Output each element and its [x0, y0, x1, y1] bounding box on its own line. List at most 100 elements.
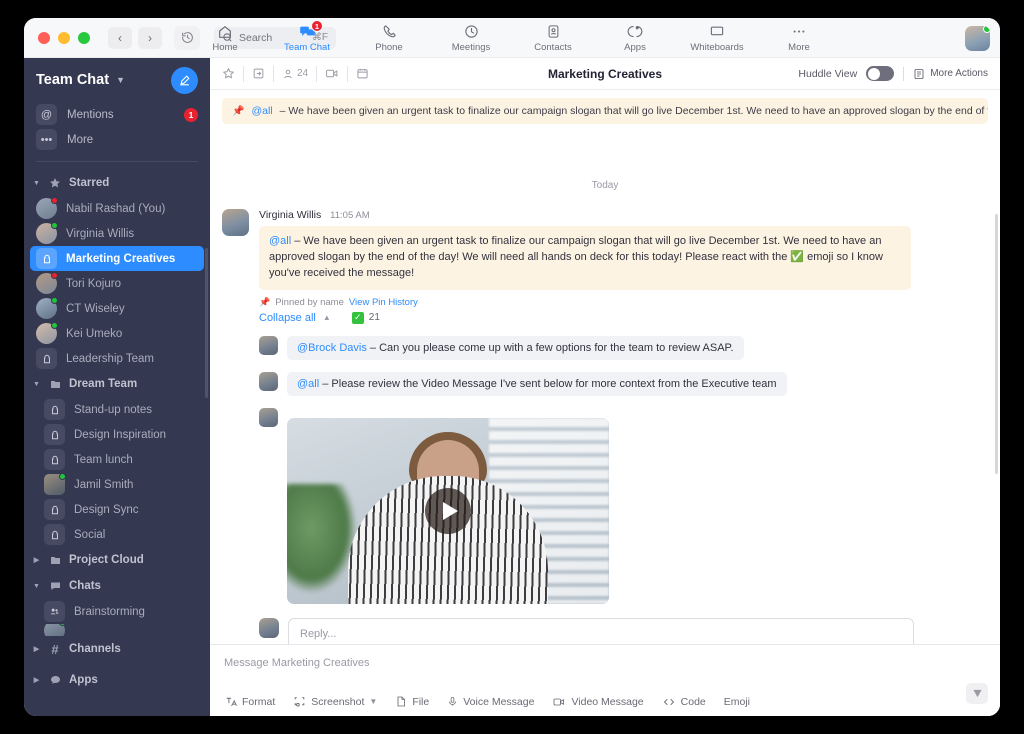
forward-button[interactable]: ›	[138, 26, 162, 49]
close-window-button[interactable]	[38, 31, 50, 44]
sidebar-item-nabil-rashad[interactable]: Nabil Rashad (You)	[30, 196, 204, 221]
chevron-down-icon[interactable]: ▼	[369, 697, 377, 706]
video-message-thumbnail[interactable]	[287, 417, 609, 604]
nav-item-more[interactable]: More	[770, 23, 828, 53]
sidebar-header: Team Chat ▼	[24, 58, 210, 102]
reaction-count: 21	[368, 312, 380, 324]
chevron-up-icon[interactable]: ▲	[323, 313, 331, 322]
check-emoji: ✓	[351, 311, 364, 324]
nav-item-whiteboards[interactable]: Whiteboards	[688, 23, 746, 53]
whiteboard-icon	[709, 23, 725, 40]
nav-item-home[interactable]: Home	[196, 23, 254, 53]
sidebar-scrollbar[interactable]	[205, 248, 208, 398]
sidebar-item-design-sync[interactable]: Design Sync	[30, 497, 204, 522]
sidebar-item-brainstorming[interactable]: Brainstorming	[30, 599, 204, 624]
sidebar-group-channels[interactable]: ▶ # Channels	[24, 636, 210, 662]
avatar	[36, 297, 58, 319]
reaction-badge[interactable]: ✓ 21	[351, 311, 380, 324]
composer-code-button[interactable]: Code	[662, 696, 706, 708]
reply-mention[interactable]: @all	[297, 378, 319, 390]
avatar[interactable]	[259, 371, 278, 391]
screenshot-icon	[293, 695, 306, 708]
nav-badge-team-chat: 1	[310, 20, 323, 32]
reply-input-container[interactable]: Reply...	[288, 617, 914, 644]
sidebar-item-stand-up-notes[interactable]: Stand-up notes	[30, 397, 204, 422]
avatar[interactable]	[965, 26, 990, 51]
sidebar-item-tori-kojuro[interactable]: Tori Kojuro	[30, 271, 204, 296]
collapse-all-link[interactable]: Collapse all	[259, 312, 316, 324]
sidebar-item-leadership-team[interactable]: Leadership Team	[30, 346, 204, 371]
reply-mention[interactable]: @Brock Davis	[297, 342, 367, 354]
back-button[interactable]: ‹	[108, 26, 132, 49]
sidebar-item-jamil-smith[interactable]: Jamil Smith	[30, 472, 204, 497]
sidebar-item-partial[interactable]	[30, 624, 204, 636]
message-mention[interactable]: @all	[269, 235, 291, 247]
star-icon[interactable]	[222, 65, 244, 82]
sidebar-group-label: Project Cloud	[69, 554, 144, 566]
sidebar-item-design-inspiration[interactable]: Design Inspiration	[30, 422, 204, 447]
presence-indicator	[51, 297, 58, 304]
chevron-down-icon[interactable]: ▼	[116, 75, 125, 85]
composer-tool-label: Screenshot	[311, 695, 365, 708]
composer-input[interactable]: Message Marketing Creatives	[224, 657, 986, 669]
sidebar-group-project-cloud[interactable]: ▶ Project Cloud	[24, 547, 210, 573]
ellipsis-icon	[791, 23, 807, 40]
sidebar-item-social[interactable]: Social	[30, 522, 204, 547]
folder-icon	[47, 554, 63, 566]
sidebar-label-more: More	[67, 133, 94, 146]
sidebar-item-ct-wiseley[interactable]: CT Wiseley	[30, 296, 204, 321]
avatar[interactable]	[222, 209, 249, 236]
sidebar-item-label: Marketing Creatives	[66, 252, 176, 265]
nav-item-phone[interactable]: Phone	[360, 23, 418, 53]
composer-file-button[interactable]: File	[395, 695, 429, 708]
sidebar-item-label: Virginia Willis	[66, 227, 135, 240]
sidebar-item-marketing-creatives[interactable]: Marketing Creatives	[30, 246, 204, 271]
sidebar-item-team-lunch[interactable]: Team lunch	[30, 447, 204, 472]
composer-voice-message-button[interactable]: Voice Message	[447, 695, 534, 708]
clock-icon	[464, 23, 479, 40]
sidebar-item-label: Tori Kojuro	[66, 277, 121, 290]
nav-item-contacts[interactable]: Contacts	[524, 23, 582, 53]
members-button[interactable]: 24	[274, 65, 318, 82]
nav-label-apps: Apps	[624, 42, 646, 53]
huddle-view-toggle[interactable]	[866, 66, 895, 81]
message-composer: Message Marketing Creatives Format Scree…	[210, 644, 1000, 716]
reply-placeholder[interactable]: Reply...	[300, 628, 902, 640]
nav-item-apps[interactable]: Apps	[606, 23, 664, 53]
sidebar-item-virginia-willis[interactable]: Virginia Willis	[30, 221, 204, 246]
sidebar-group-chats[interactable]: ▼ Chats	[24, 573, 210, 599]
sidebar-group-starred[interactable]: ▼ Starred	[24, 170, 210, 196]
message-scrollbar[interactable]	[995, 214, 998, 474]
view-pin-history-link[interactable]: View Pin History	[349, 297, 418, 308]
nav-item-team-chat[interactable]: 1 Team Chat	[278, 20, 336, 53]
composer-video-message-button[interactable]: Video Message	[552, 696, 644, 708]
maximize-window-button[interactable]	[78, 31, 90, 44]
send-message-button[interactable]	[966, 683, 988, 704]
avatar	[36, 272, 58, 294]
sidebar-item-label: Team lunch	[74, 453, 133, 466]
sidebar-item-label: Brainstorming	[74, 605, 145, 618]
pinned-banner[interactable]: 📌 @all – We have been given an urgent ta…	[222, 98, 988, 124]
more-actions-button[interactable]: More Actions	[913, 66, 988, 82]
sidebar-item-kei-umeko[interactable]: Kei Umeko	[30, 321, 204, 346]
avatar[interactable]	[259, 407, 278, 427]
day-divider: Today	[591, 180, 619, 191]
sidebar-group-dream-team[interactable]: ▼ Dream Team	[24, 371, 210, 397]
share-screen-icon[interactable]	[244, 65, 274, 82]
compose-button[interactable]	[171, 66, 198, 94]
composer-emoji-button[interactable]: Emoji	[724, 696, 750, 708]
video-icon[interactable]	[317, 65, 349, 82]
sidebar-group-apps[interactable]: ▶ Apps	[24, 667, 210, 693]
nav-item-meetings[interactable]: Meetings	[442, 23, 500, 53]
sidebar-item-more[interactable]: ••• More	[24, 127, 210, 152]
sidebar-item-mentions[interactable]: @ Mentions 1	[24, 102, 210, 127]
avatar[interactable]	[259, 335, 278, 355]
calendar-icon[interactable]	[348, 66, 377, 82]
composer-format-button[interactable]: Format	[224, 695, 275, 708]
divider	[903, 66, 905, 81]
play-button[interactable]	[425, 487, 471, 534]
folder-icon	[47, 378, 63, 390]
minimize-window-button[interactable]	[58, 31, 70, 44]
pinned-mention[interactable]: @all	[251, 105, 272, 117]
composer-screenshot-button[interactable]: Screenshot ▼	[293, 695, 377, 708]
